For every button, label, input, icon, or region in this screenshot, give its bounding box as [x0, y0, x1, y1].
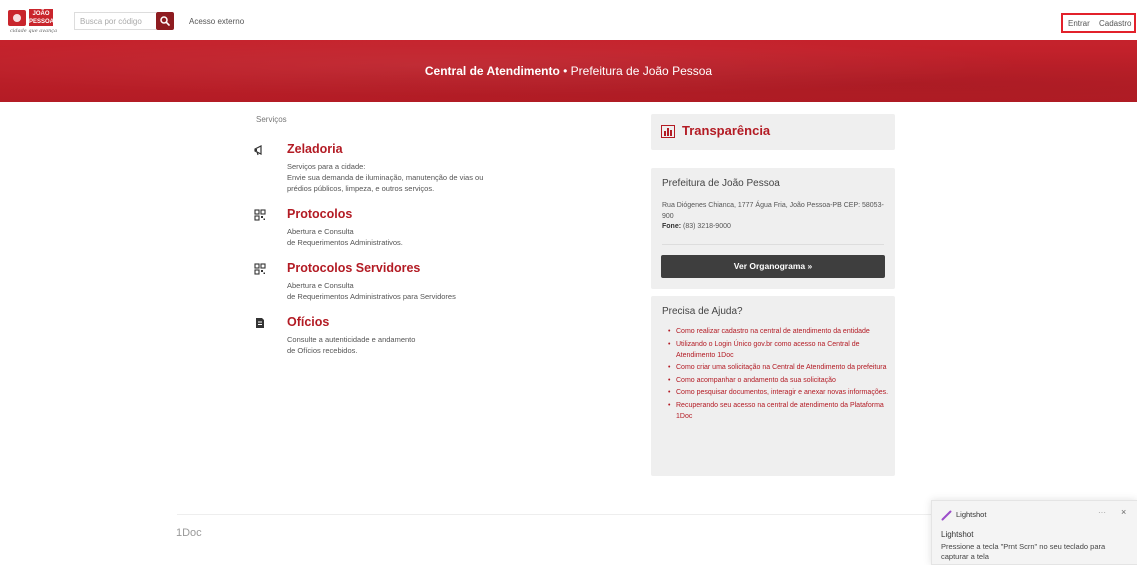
logo-mark-icon [8, 10, 26, 26]
service-desc-line: Abertura e Consulta [287, 281, 354, 290]
top-bar: JOÃO PESSOA cidade que avança Acesso ext… [0, 0, 1137, 40]
phone-number: (83) 3218-9000 [683, 223, 731, 230]
logo-word: JOÃO PESSOA [29, 9, 55, 26]
service-desc-line: Serviços para a cidade: [287, 162, 366, 171]
footer-divider [177, 514, 937, 515]
service-desc-line: de Ofícios recebidos. [287, 346, 358, 355]
page-title-main: Central de Atendimento [424, 64, 560, 78]
document-icon [256, 318, 264, 328]
service-desc-line: prédios públicos, limpeza, e outros serv… [287, 184, 435, 193]
external-access-link[interactable]: Acesso externo [189, 17, 244, 26]
prefeitura-panel: Prefeitura de João Pessoa Rua Diógenes C… [651, 168, 895, 289]
toast-app-name: Lightshot [956, 510, 987, 519]
qrcode-icon [254, 209, 266, 221]
service-description: Abertura e Consulta de Requerimentos Adm… [287, 226, 617, 248]
prefeitura-title: Prefeitura de João Pessoa [662, 178, 780, 189]
lightshot-notification[interactable]: Lightshot ··· × Lightshot Pressione a te… [931, 500, 1137, 565]
footer-brand: 1Doc [176, 527, 202, 539]
qrcode-icon [254, 263, 266, 275]
page-title-sub: Prefeitura de João Pessoa [570, 64, 713, 78]
search-input[interactable] [74, 12, 156, 30]
bar-chart-icon [661, 125, 675, 138]
service-title[interactable]: Ofícios [287, 315, 329, 329]
service-desc-line: de Requerimentos Administrativos para Se… [287, 292, 456, 301]
page-title: Central de Atendimento • Prefeitura de J… [0, 64, 1137, 78]
org-chart-button[interactable]: Ver Organograma » [661, 255, 885, 278]
help-link[interactable]: Utilizando o Login Único gov.br como ace… [668, 339, 890, 361]
page-title-separator: • [559, 64, 571, 78]
help-panel: Precisa de Ajuda? Como realizar cadastro… [651, 296, 895, 476]
more-icon[interactable]: ··· [1098, 508, 1106, 517]
close-icon[interactable]: × [1121, 507, 1126, 517]
hero-banner: Central de Atendimento • Prefeitura de J… [0, 40, 1137, 102]
service-title[interactable]: Protocolos [287, 207, 352, 221]
help-link[interactable]: Como acompanhar o andamento da sua solic… [668, 375, 890, 386]
service-description: Serviços para a cidade: Envie sua demand… [287, 161, 617, 194]
help-link[interactable]: Como realizar cadastro na central de ate… [668, 326, 890, 337]
prefeitura-phone: Fone: (83) 3218-9000 [662, 223, 731, 230]
service-title[interactable]: Protocolos Servidores [287, 261, 420, 275]
prefeitura-address: Rua Diógenes Chianca, 1777 Água Fria, Jo… [662, 202, 884, 220]
search-button[interactable] [156, 12, 174, 30]
megaphone-icon [254, 145, 262, 156]
login-link[interactable]: Entrar [1068, 19, 1090, 28]
help-title: Precisa de Ajuda? [662, 306, 743, 317]
search-icon [160, 16, 170, 26]
help-link[interactable]: Recuperando seu acesso na central de ate… [668, 400, 890, 422]
service-description: Abertura e Consulta de Requerimentos Adm… [287, 280, 617, 302]
service-desc-line: de Requerimentos Administrativos. [287, 238, 403, 247]
service-desc-line: Abertura e Consulta [287, 227, 354, 236]
transparency-title: Transparência [682, 123, 771, 138]
auth-links: Entrar Cadastro [1061, 13, 1136, 33]
services-label: Serviços [256, 115, 287, 124]
logo-tagline: cidade que avança [10, 28, 58, 34]
search-box [74, 12, 174, 30]
help-links: Como realizar cadastro na central de ate… [668, 326, 890, 423]
toast-title: Lightshot [941, 530, 974, 539]
help-link[interactable]: Como pesquisar documentos, interagir e a… [668, 387, 890, 398]
divider [662, 244, 884, 245]
toast-message: Pressione a tecla "Prnt Scrn" no seu tec… [941, 542, 1106, 561]
signup-link[interactable]: Cadastro [1099, 19, 1131, 28]
pen-icon [941, 510, 952, 521]
service-title[interactable]: Zeladoria [287, 142, 343, 156]
logo[interactable]: JOÃO PESSOA cidade que avança [8, 8, 58, 34]
transparency-panel[interactable]: Transparência [651, 114, 895, 150]
help-link[interactable]: Como criar uma solicitação na Central de… [668, 362, 890, 373]
service-desc-line: Envie sua demanda de iluminação, manuten… [287, 173, 484, 182]
phone-label: Fone: [662, 223, 682, 230]
service-description: Consulte a autenticidade e andamento de … [287, 334, 617, 356]
service-desc-line: Consulte a autenticidade e andamento [287, 335, 416, 344]
